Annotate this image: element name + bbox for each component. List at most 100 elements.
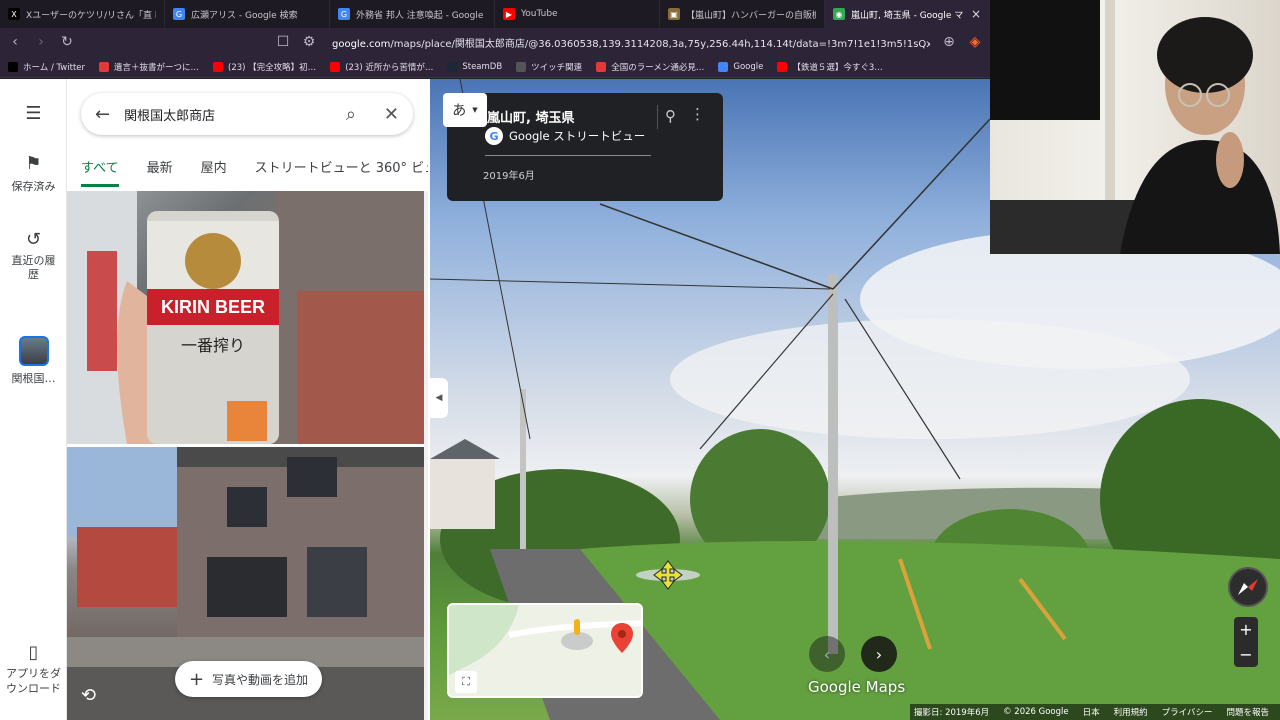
back-icon[interactable]: ‹ bbox=[8, 34, 22, 50]
tab-label: 【嵐山町】ハンバーガーの自販機を発見し bbox=[686, 10, 816, 21]
bookmark-item[interactable]: 【鉄道５選】今すぐ3… bbox=[777, 61, 883, 73]
bookmark-item[interactable]: ツイッチ関連 bbox=[516, 61, 582, 73]
bookmark-favicon-icon bbox=[718, 61, 729, 72]
rotate-360-icon[interactable]: ⟲ bbox=[81, 685, 96, 706]
photo-beer-can[interactable]: KIRIN BEER 一番搾り bbox=[67, 191, 424, 444]
source-label: Google ストリートビュー bbox=[509, 129, 646, 143]
bookmark-item[interactable]: SteamDB bbox=[447, 61, 503, 72]
history-icon: ↺ bbox=[25, 229, 42, 250]
mini-map[interactable]: ⛶ bbox=[447, 603, 643, 698]
add-photo-button[interactable]: + 写真や動画を追加 bbox=[175, 661, 322, 697]
close-tab-icon[interactable]: × bbox=[971, 7, 981, 21]
map-pin-icon[interactable]: ⚲ bbox=[665, 107, 676, 125]
capture-date-footer: 撮影日: 2019年6月 bbox=[914, 708, 990, 718]
saved-button[interactable]: ⚑ 保存済み bbox=[0, 153, 67, 194]
search-icon[interactable]: ⌕ bbox=[346, 104, 356, 125]
bookmark-label: SteamDB bbox=[462, 61, 503, 72]
photo-tab[interactable]: すべて bbox=[81, 157, 119, 187]
google-maps-logo: Google Maps bbox=[808, 678, 906, 696]
more-options-icon[interactable]: ⋮ bbox=[690, 105, 705, 123]
address-bar: ‹ › ↻ ☐ ⚙ google.com/maps/place/関根国太郎商店/… bbox=[0, 28, 990, 56]
location-title: 嵐山町, 埼玉県 bbox=[487, 111, 575, 126]
tab-favicon-icon: G bbox=[338, 8, 350, 20]
recent-button[interactable]: ↺ 直近の履歴 bbox=[0, 229, 67, 283]
prev-arrow-button[interactable]: ‹ bbox=[809, 636, 845, 672]
browser-tab[interactable]: G 外務省 邦人 注意喚起 - Google 検索 bbox=[330, 0, 495, 28]
bookmark-favicon-icon bbox=[99, 61, 110, 72]
add-photo-label: 写真や動画を追加 bbox=[212, 672, 309, 687]
photo-tab[interactable]: ストリートビューと 360° ビュ bbox=[255, 157, 428, 191]
bookmark-favicon-icon bbox=[596, 61, 607, 72]
photo-tabs: すべて 最新 屋内 ストリートビューと 360° ビュ bbox=[67, 157, 428, 191]
collapse-panel-button[interactable]: ◀ bbox=[430, 378, 448, 418]
lang-label: あ bbox=[452, 103, 467, 119]
bookmarks-bar: ホーム / Twitter 遺言＋抜書がーつに… (23) 【完全攻略】初… (23)… bbox=[0, 56, 990, 78]
copyright-text: © 2026 Google bbox=[1003, 707, 1069, 717]
card-rule bbox=[485, 155, 651, 156]
red-pin-icon bbox=[611, 623, 633, 653]
phone-icon: ▯ bbox=[28, 642, 39, 663]
street-view-source[interactable]: G Google ストリートビュー bbox=[485, 127, 645, 145]
saved-label: 保存済み bbox=[11, 180, 56, 193]
bookmark-item[interactable]: ホーム / Twitter bbox=[8, 61, 85, 73]
browser-tab[interactable]: ▶ YouTube bbox=[495, 0, 660, 28]
bookmark-label: Google bbox=[733, 61, 764, 72]
bookmark-label: 遺言＋抜書がーつに… bbox=[114, 62, 200, 73]
bookmark-item[interactable]: 全国のラーメン通必見… bbox=[596, 61, 704, 73]
tab-label: Xユーザーのケツリ/リさん「直 https://t.co/… bbox=[26, 10, 156, 21]
bookmark-item[interactable]: (23) 近所から苦情が… bbox=[330, 61, 433, 73]
url-field[interactable]: google.com/maps/place/関根国太郎商店/@36.036053… bbox=[328, 35, 930, 50]
chevron-left-icon: ‹ bbox=[823, 644, 831, 664]
forward-icon[interactable]: › bbox=[34, 34, 48, 50]
zoom-in-button[interactable]: + bbox=[1234, 617, 1258, 642]
privacy-link[interactable]: プライバシー bbox=[1162, 706, 1213, 718]
photo-tab[interactable]: 屋内 bbox=[201, 157, 227, 191]
compass-button[interactable] bbox=[1228, 567, 1268, 607]
browser-tab[interactable]: ◉ 嵐山町, 埼玉県 - Google マップ × bbox=[825, 0, 990, 28]
photo-tab[interactable]: 最新 bbox=[147, 157, 173, 191]
zoom-icon[interactable]: ⊕ bbox=[942, 34, 956, 50]
browser-tab[interactable]: G 広瀬アリス - Google 検索 bbox=[165, 0, 330, 28]
bookmark-item[interactable]: (23) 【完全攻略】初… bbox=[213, 61, 316, 73]
webcam-person-image bbox=[990, 0, 1280, 254]
tab-favicon-icon: G bbox=[173, 8, 185, 20]
bookmark-icon[interactable]: ☐ bbox=[276, 34, 290, 50]
report-link[interactable]: 問題を報告 bbox=[1227, 706, 1270, 718]
tab-favicon-icon: ◉ bbox=[833, 8, 845, 20]
next-arrow-button[interactable]: › bbox=[861, 636, 897, 672]
zoom-out-button[interactable]: − bbox=[1234, 642, 1258, 667]
bookmark-label: 全国のラーメン通必見… bbox=[611, 62, 705, 73]
bookmark-favicon-icon bbox=[330, 61, 341, 72]
screen: X Xユーザーのケツリ/リさん「直 https://t.co/… G 広瀬アリス - … bbox=[0, 0, 1280, 720]
app-download-label: アプリをダウンロード bbox=[6, 667, 61, 695]
bookmark-label: (23) 【完全攻略】初… bbox=[228, 62, 317, 73]
country-link[interactable]: 日本 bbox=[1083, 706, 1100, 718]
search-input[interactable]: 関根国太郎商店 bbox=[124, 105, 332, 124]
browser-tab[interactable]: ▣ 【嵐山町】ハンバーガーの自販機を発見し bbox=[660, 0, 825, 28]
bookmark-item[interactable]: 遺言＋抜書がーつに… bbox=[99, 61, 199, 73]
left-rail: ☰ ⚑ 保存済み ↺ 直近の履歴 関根国… ▯ アプリをダウンロード bbox=[0, 79, 67, 720]
menu-button[interactable]: ☰ bbox=[0, 103, 67, 128]
site-info-icon[interactable]: ⚙ bbox=[302, 34, 316, 50]
bookmark-label: (23) 近所から苦情が… bbox=[345, 62, 434, 73]
hamburger-icon: ☰ bbox=[25, 103, 42, 124]
bookmark-icon: ⚑ bbox=[25, 153, 42, 174]
back-arrow-icon[interactable]: ← bbox=[95, 104, 110, 125]
reload-icon[interactable]: ↻ bbox=[60, 34, 74, 50]
app-download-button[interactable]: ▯ アプリをダウンロード bbox=[0, 642, 67, 697]
close-icon[interactable]: ✕ bbox=[384, 104, 399, 125]
triangle-left-icon: ◀ bbox=[435, 393, 443, 403]
brave-icon[interactable]: ◈ bbox=[968, 34, 982, 50]
browser-tab[interactable]: X Xユーザーのケツリ/リさん「直 https://t.co/… bbox=[0, 0, 165, 28]
google-logo-icon: G bbox=[485, 127, 503, 145]
bookmark-item[interactable]: Google bbox=[718, 61, 764, 72]
plus-icon: + bbox=[188, 668, 205, 690]
recent-place-button[interactable]: 関根国… bbox=[0, 336, 67, 386]
input-language-button[interactable]: あ ▼ bbox=[443, 93, 487, 127]
terms-link[interactable]: 利用規約 bbox=[1114, 706, 1148, 718]
can-brand-text: KIRIN BEER bbox=[161, 297, 265, 317]
expand-map-button[interactable]: ⛶ bbox=[455, 671, 477, 693]
tab-label: 外務省 邦人 注意喚起 - Google 検索 bbox=[356, 10, 486, 21]
place-panel: ← 関根国太郎商店 ⌕ ✕ すべて 最新 屋内 ストリートビューと 360° ビュ K… bbox=[67, 79, 428, 720]
search-box[interactable]: ← 関根国太郎商店 ⌕ ✕ bbox=[81, 93, 413, 135]
